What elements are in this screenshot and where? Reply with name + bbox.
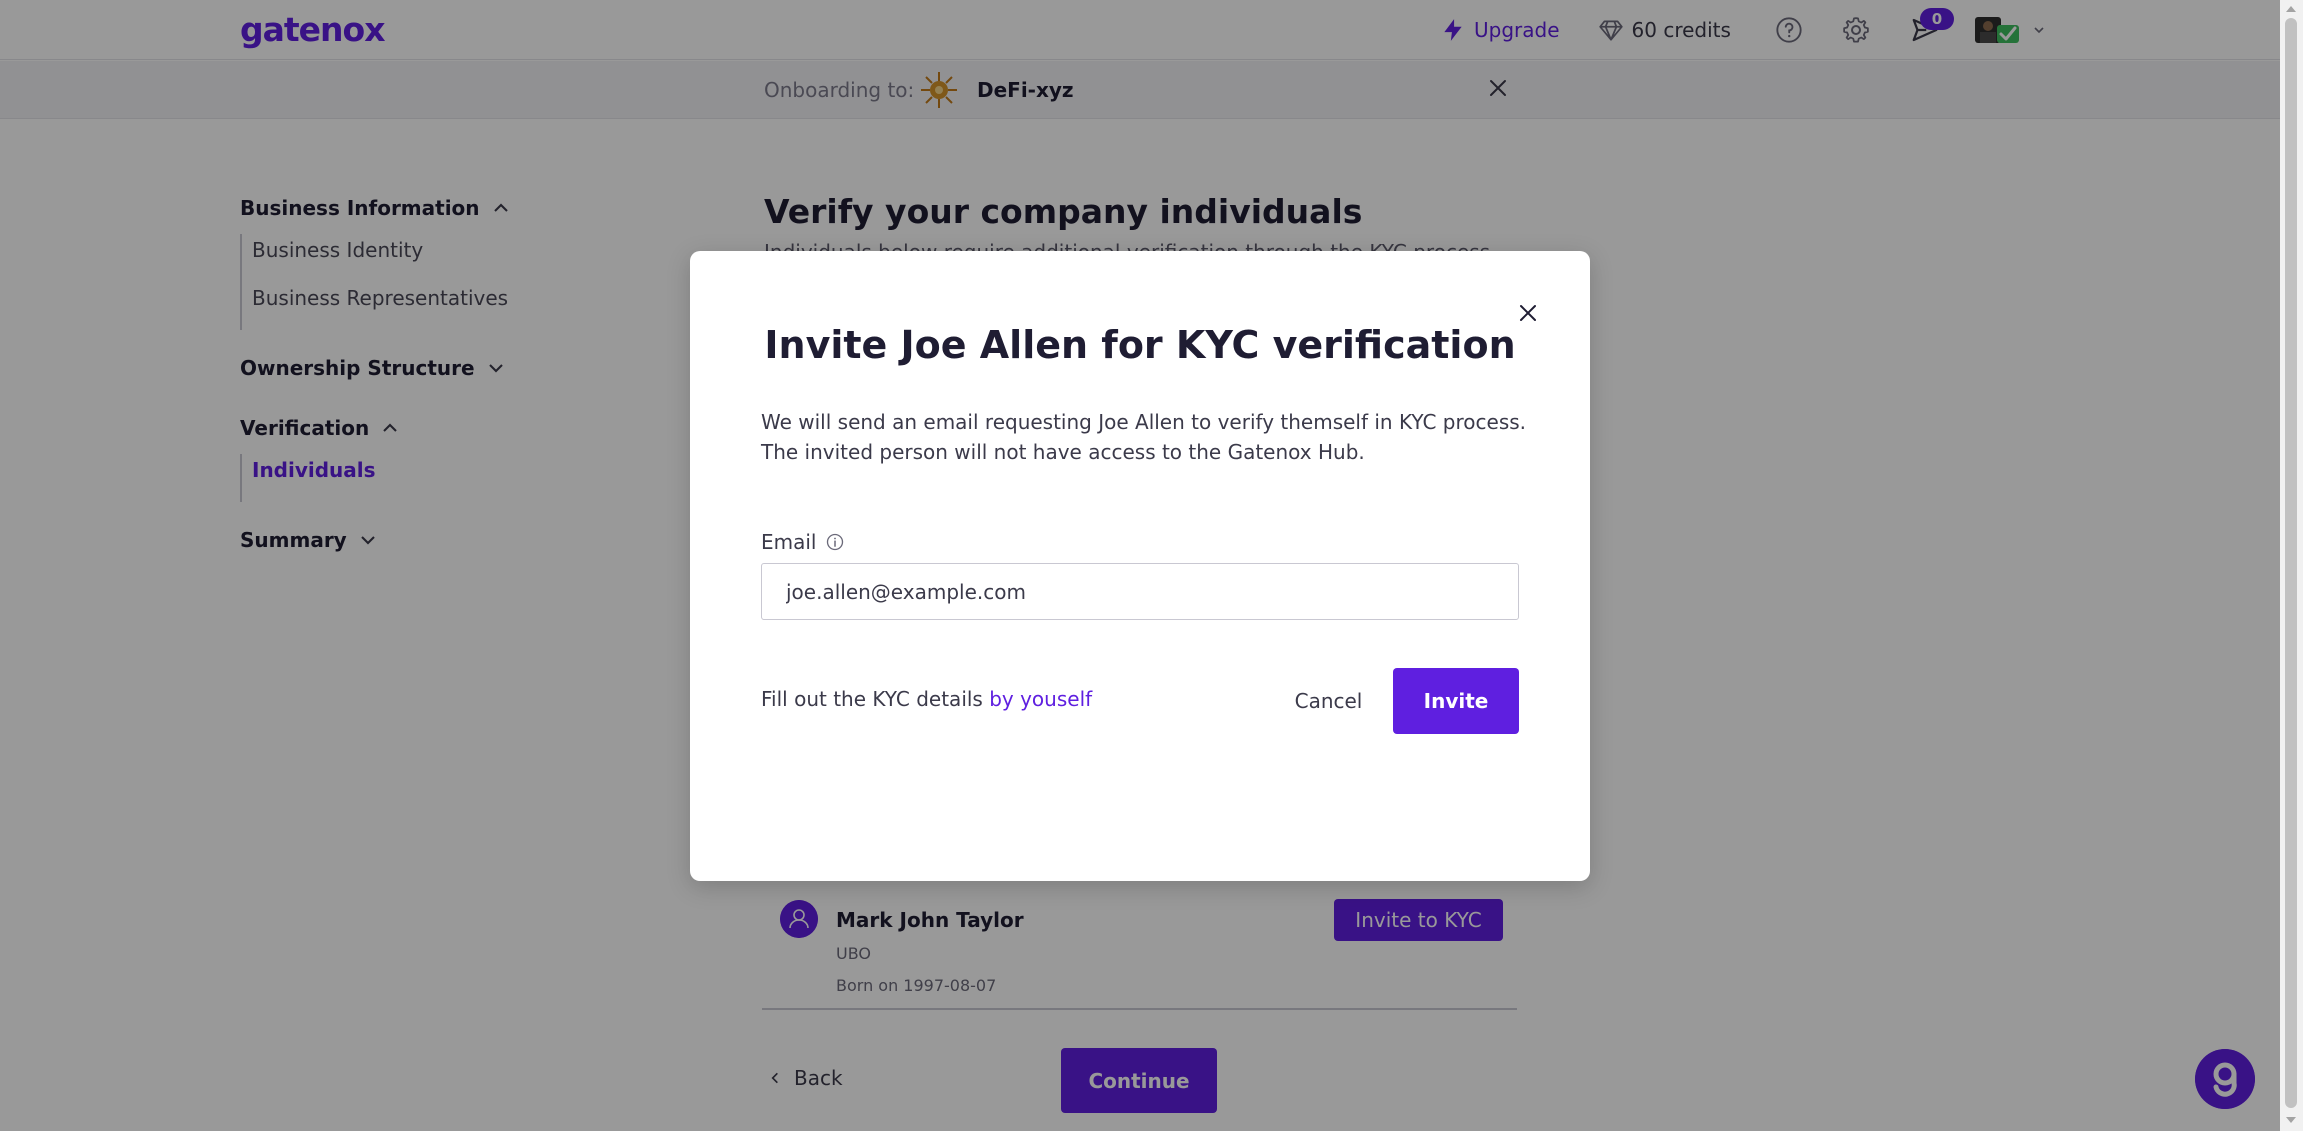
page-scrollbar[interactable] — [2280, 0, 2303, 1131]
invite-kyc-modal: Invite Joe Allen for KYC verification We… — [690, 251, 1590, 881]
close-icon[interactable] — [1516, 301, 1540, 325]
info-icon[interactable] — [825, 532, 845, 552]
email-field-label: Email — [761, 530, 845, 554]
modal-title: Invite Joe Allen for KYC verification — [764, 323, 1516, 367]
email-label-text: Email — [761, 530, 817, 554]
fill-out-yourself-text: Fill out the KYC details by youself — [761, 687, 1092, 711]
scroll-up-arrow-icon[interactable] — [2286, 6, 2296, 12]
scrollbar-thumb[interactable] — [2285, 18, 2297, 1108]
fill-out-prefix: Fill out the KYC details — [761, 687, 990, 711]
scroll-down-arrow-icon[interactable] — [2286, 1117, 2296, 1123]
email-input[interactable] — [761, 563, 1519, 620]
fill-out-yourself-link[interactable]: by youself — [989, 687, 1092, 711]
cancel-button[interactable]: Cancel — [1281, 670, 1376, 732]
invite-button[interactable]: Invite — [1393, 668, 1519, 734]
modal-description: We will send an email requesting Joe All… — [761, 410, 1527, 464]
